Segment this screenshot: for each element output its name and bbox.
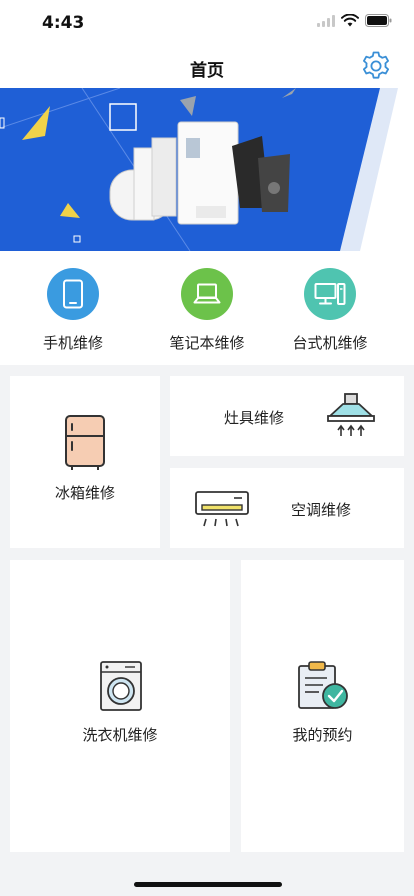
clipboard-check-icon [298, 661, 348, 709]
laptop-icon [181, 268, 233, 320]
washing-machine-icon [100, 661, 142, 711]
banner-graphic [0, 88, 414, 251]
nav-bar: 首页 [0, 44, 414, 88]
service-card-fridge[interactable]: 冰箱维修 [10, 376, 160, 548]
service-card-stove[interactable]: 灶具维修 [170, 376, 404, 456]
service-label-washer: 洗衣机维修 [82, 726, 158, 744]
service-label-fridge: 冰箱维修 [54, 484, 115, 502]
category-desktop-repair[interactable]: 台式机维修 [265, 268, 395, 353]
my-bookings-card[interactable]: 我的预约 [241, 560, 404, 852]
promo-banner[interactable] [0, 88, 414, 251]
category-label: 手机维修 [42, 334, 103, 352]
page-title: 首页 [190, 61, 224, 81]
category-row: 手机维修 笔记本维修 台式机维修 [0, 251, 414, 365]
category-label: 笔记本维修 [169, 334, 245, 352]
category-phone-repair[interactable]: 手机维修 [8, 268, 138, 353]
phone-icon [47, 268, 99, 320]
service-card-ac[interactable]: 空调维修 [170, 468, 404, 548]
battery-icon [365, 14, 392, 27]
range-hood-icon [327, 393, 375, 436]
service-label-ac: 空调维修 [291, 501, 352, 519]
wifi-icon [341, 14, 359, 27]
category-label: 台式机维修 [292, 334, 368, 352]
desktop-icon [304, 268, 356, 320]
service-label-stove: 灶具维修 [224, 409, 285, 427]
status-bar: 4:43 [0, 0, 414, 44]
category-laptop-repair[interactable]: 笔记本维修 [142, 268, 272, 353]
status-icons [317, 14, 392, 27]
status-time: 4:43 [42, 13, 85, 33]
fridge-icon [65, 415, 105, 470]
settings-gear-icon[interactable] [360, 50, 392, 82]
service-card-washer[interactable]: 洗衣机维修 [10, 560, 230, 852]
signal-icon [317, 14, 335, 27]
air-conditioner-icon [195, 491, 249, 527]
service-label-booking: 我的预约 [292, 726, 353, 744]
home-indicator[interactable] [134, 882, 282, 887]
